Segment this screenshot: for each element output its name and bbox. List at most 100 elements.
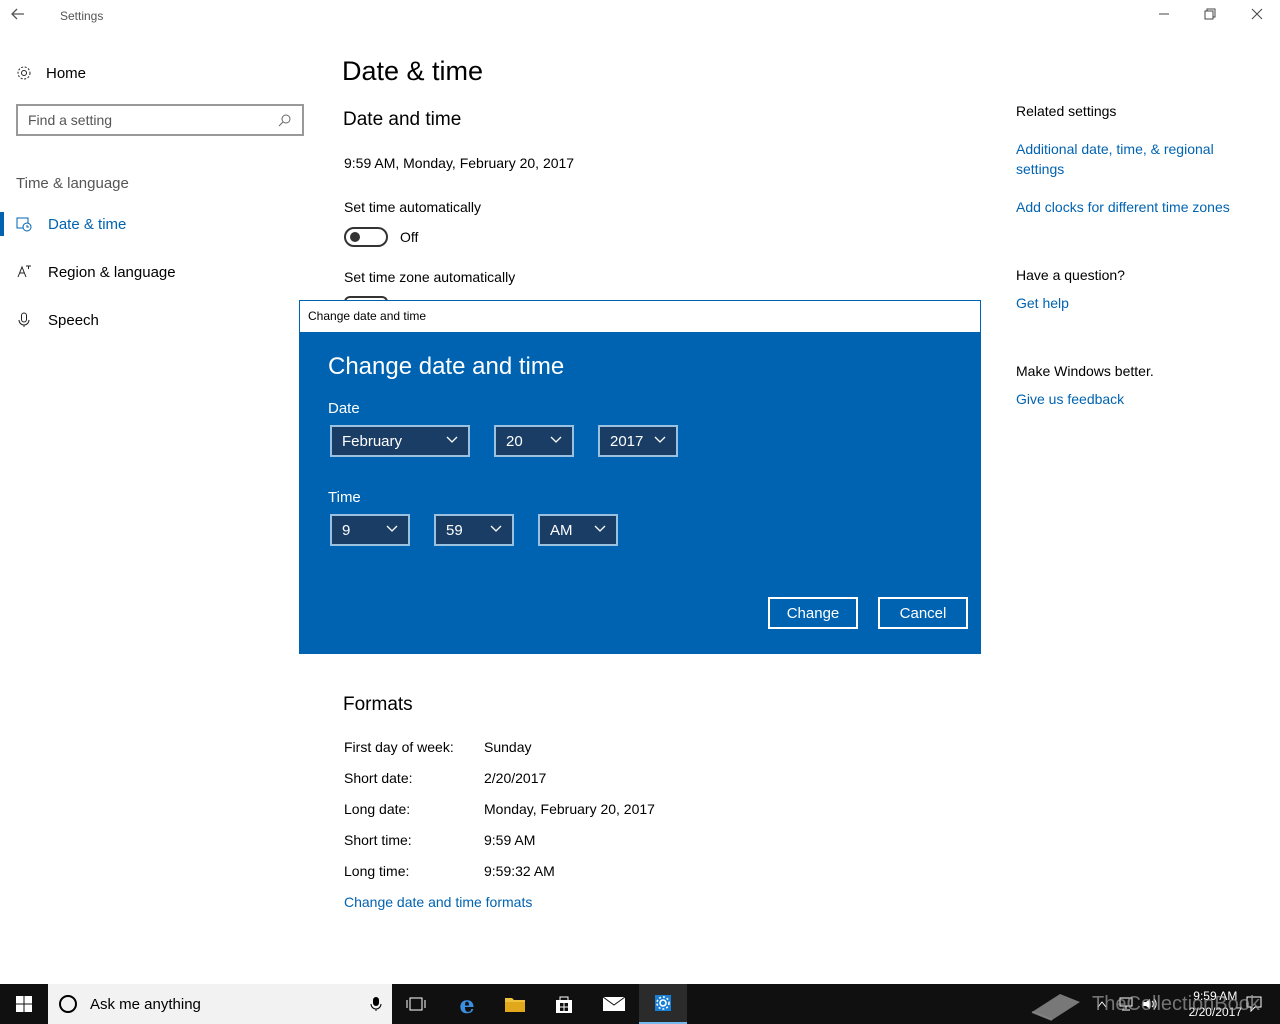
search-input[interactable]: Find a setting xyxy=(16,104,304,136)
format-value: 9:59 AM xyxy=(484,832,536,848)
language-icon xyxy=(16,264,32,280)
format-key: Long time: xyxy=(344,863,410,879)
restore-icon xyxy=(1204,8,1216,20)
format-value: Sunday xyxy=(484,739,532,755)
gear-icon xyxy=(655,995,671,1011)
date-label: Date xyxy=(328,400,360,417)
cancel-button[interactable]: Cancel xyxy=(878,597,968,629)
sidebar-item-speech[interactable]: Speech xyxy=(16,308,99,332)
active-indicator xyxy=(0,212,4,236)
toggle-state: Off xyxy=(400,229,419,245)
set-time-auto-toggle[interactable] xyxy=(344,227,388,247)
minimize-button[interactable] xyxy=(1141,4,1187,28)
store-bag-icon xyxy=(556,996,572,1013)
set-tz-auto-label: Set time zone automatically xyxy=(344,269,516,285)
section-title: Date and time xyxy=(343,109,462,130)
add-clocks-link[interactable]: Add clocks for different time zones xyxy=(1016,199,1230,215)
chevron-down-icon xyxy=(386,524,398,536)
related-settings-title: Related settings xyxy=(1016,103,1117,119)
watermark-text: TheCollectionBook xyxy=(1092,992,1260,1015)
set-time-auto-label: Set time automatically xyxy=(344,199,481,215)
edge-button[interactable]: e xyxy=(443,984,491,1024)
question-title: Have a question? xyxy=(1016,267,1125,283)
change-date-time-dialog: Change date and time Change date and tim… xyxy=(299,300,981,654)
get-help-link[interactable]: Get help xyxy=(1016,295,1069,311)
restore-button[interactable] xyxy=(1187,4,1233,28)
format-value: 9:59:32 AM xyxy=(484,863,555,879)
format-key: Short date: xyxy=(344,770,413,786)
day-select[interactable]: 20 xyxy=(494,425,574,457)
current-datetime: 9:59 AM, Monday, February 20, 2017 xyxy=(344,155,575,171)
cortana-circle-icon xyxy=(59,995,77,1013)
chevron-down-icon xyxy=(446,435,458,447)
calendar-clock-icon xyxy=(16,216,32,232)
home-label: Home xyxy=(46,64,87,82)
format-key: First day of week: xyxy=(344,739,454,755)
month-select[interactable]: February xyxy=(330,425,470,457)
back-arrow-icon xyxy=(11,8,24,20)
chevron-down-icon xyxy=(594,524,606,536)
minimize-icon xyxy=(1159,13,1169,15)
sidebar-item-region-language[interactable]: Region & language xyxy=(16,260,176,284)
format-value: Monday, February 20, 2017 xyxy=(484,801,655,817)
make-windows-better-title: Make Windows better. xyxy=(1016,363,1154,379)
sidebar-item-label: Date & time xyxy=(48,215,127,233)
task-view-button[interactable] xyxy=(392,984,440,1024)
app-title: Settings xyxy=(60,9,104,23)
chevron-down-icon xyxy=(654,435,666,447)
ampm-value: AM xyxy=(550,521,573,539)
sidebar-item-home[interactable]: Home xyxy=(16,62,86,84)
feedback-link[interactable]: Give us feedback xyxy=(1016,391,1124,407)
dialog-title-bar: Change date and time xyxy=(300,301,980,332)
minute-select[interactable]: 59 xyxy=(434,514,514,546)
minute-value: 59 xyxy=(446,521,463,539)
format-row: Long time: 9:59:32 AM xyxy=(344,863,555,879)
toggle-knob xyxy=(350,232,360,242)
chevron-down-icon xyxy=(550,435,562,447)
format-row: Short time: 9:59 AM xyxy=(344,832,535,848)
format-row: Long date: Monday, February 20, 2017 xyxy=(344,801,655,817)
format-key: Short time: xyxy=(344,832,412,848)
settings-taskbar-button[interactable] xyxy=(639,984,687,1024)
sidebar-item-label: Speech xyxy=(48,311,99,329)
cortana-search-box[interactable]: Ask me anything xyxy=(48,984,392,1024)
cortana-placeholder: Ask me anything xyxy=(90,995,201,1013)
microphone-icon xyxy=(16,312,32,328)
month-value: February xyxy=(342,432,403,450)
search-placeholder: Find a setting xyxy=(28,112,113,128)
additional-settings-link[interactable]: Additional date, time, & regional settin… xyxy=(1016,139,1256,179)
windows-logo-icon xyxy=(16,996,32,1012)
title-bar: Settings xyxy=(0,0,1280,32)
edge-icon: e xyxy=(459,989,475,1019)
ampm-select[interactable]: AM xyxy=(538,514,618,546)
start-button[interactable] xyxy=(0,984,48,1024)
change-button[interactable]: Change xyxy=(768,597,858,629)
book-icon xyxy=(1031,994,1080,1021)
watermark: TheCollectionBook xyxy=(1030,984,1260,1024)
sidebar-item-label: Region & language xyxy=(48,263,176,281)
hour-select[interactable]: 9 xyxy=(330,514,410,546)
section-label: Time & language xyxy=(16,175,129,192)
dialog-heading: Change date and time xyxy=(328,353,565,380)
folder-icon xyxy=(505,998,525,1012)
chevron-down-icon xyxy=(490,524,502,536)
sidebar-item-date-time[interactable]: Date & time xyxy=(16,212,126,236)
file-explorer-button[interactable] xyxy=(491,984,539,1024)
mail-button[interactable] xyxy=(590,984,638,1024)
task-view-icon xyxy=(406,997,426,1011)
year-value: 2017 xyxy=(610,432,644,450)
format-row: Short date: 2/20/2017 xyxy=(344,770,546,786)
microphone-icon xyxy=(370,997,382,1011)
year-select[interactable]: 2017 xyxy=(598,425,678,457)
mail-icon xyxy=(602,996,626,1011)
format-key: Long date: xyxy=(344,801,411,817)
time-label: Time xyxy=(328,489,361,506)
gear-icon xyxy=(17,66,31,80)
close-button[interactable] xyxy=(1234,4,1280,28)
back-button[interactable] xyxy=(10,6,38,26)
format-row: First day of week: Sunday xyxy=(344,739,531,755)
change-formats-link[interactable]: Change date and time formats xyxy=(344,894,532,910)
day-value: 20 xyxy=(506,432,523,450)
hour-value: 9 xyxy=(342,521,351,539)
store-button[interactable] xyxy=(540,984,588,1024)
